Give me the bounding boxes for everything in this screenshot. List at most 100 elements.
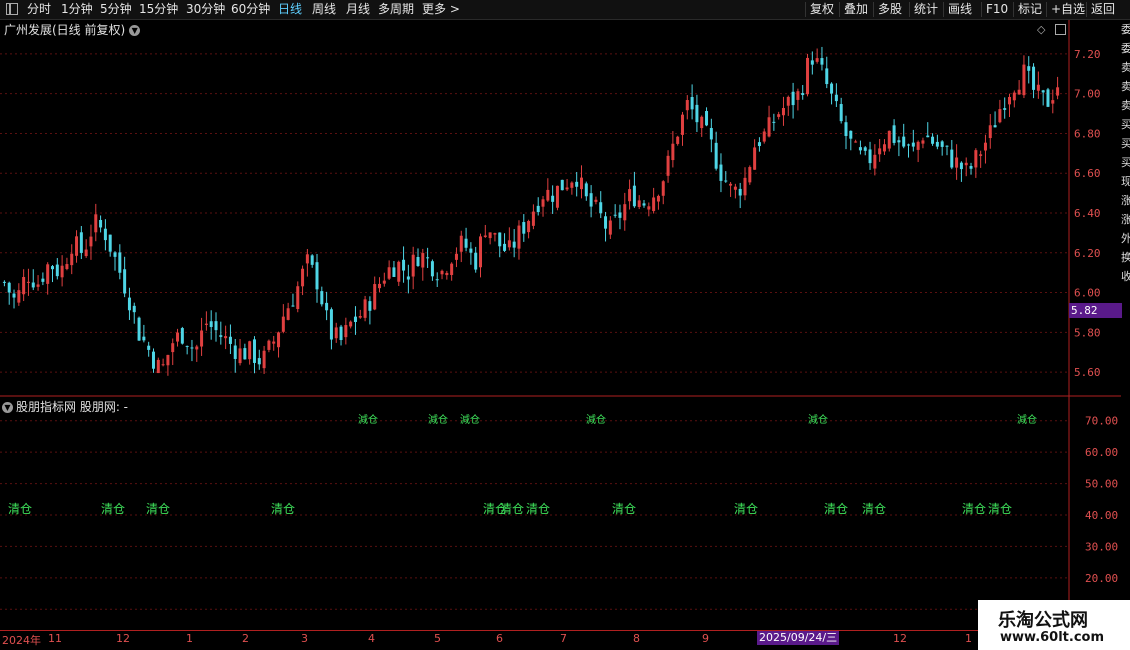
date-axis-label: 3 bbox=[301, 632, 308, 645]
candle-body bbox=[301, 268, 305, 287]
candle-body bbox=[190, 347, 194, 349]
candle-body bbox=[887, 130, 891, 149]
candle-body bbox=[1036, 84, 1040, 91]
signal-clear-position: 清仓 bbox=[8, 502, 33, 516]
date-axis-label: 12 bbox=[116, 632, 130, 645]
candle-body bbox=[378, 283, 382, 289]
candle-body bbox=[166, 354, 170, 366]
candle-body bbox=[1008, 96, 1012, 105]
candle-body bbox=[286, 308, 290, 320]
chart-canvas: 5.605.806.006.206.406.606.807.007.2010.0… bbox=[0, 20, 1121, 630]
candle-body bbox=[55, 264, 59, 277]
candle-body bbox=[296, 286, 300, 309]
candle-body bbox=[503, 243, 507, 251]
candle-body bbox=[969, 166, 973, 169]
candle-body bbox=[719, 164, 723, 181]
candle-body bbox=[801, 93, 805, 96]
candle-body bbox=[180, 328, 184, 344]
candle-body bbox=[560, 179, 564, 191]
candle-body bbox=[1046, 89, 1050, 107]
candle-body bbox=[488, 232, 492, 239]
candle-body bbox=[325, 302, 329, 311]
candle-body bbox=[397, 261, 401, 282]
candle-body bbox=[945, 145, 949, 147]
candle-body bbox=[127, 297, 131, 311]
candle-body bbox=[882, 144, 886, 152]
candle-body bbox=[599, 202, 603, 214]
candle-body bbox=[113, 252, 117, 257]
candle-body bbox=[75, 236, 79, 256]
candle-body bbox=[103, 228, 107, 241]
date-axis-label: 8 bbox=[633, 632, 640, 645]
date-axis-label: 2024年 bbox=[2, 634, 41, 647]
candle-body bbox=[527, 220, 531, 233]
date-axis-label: 11 bbox=[48, 632, 62, 645]
candle-body bbox=[637, 200, 641, 207]
signal-reduce-position: 減仓 bbox=[808, 415, 828, 426]
candle-body bbox=[329, 309, 333, 340]
candle-body bbox=[46, 264, 50, 284]
candle-body bbox=[647, 206, 651, 210]
candle-body bbox=[656, 195, 660, 202]
candle-body bbox=[700, 116, 704, 129]
candle-body bbox=[1022, 64, 1026, 96]
candle-body bbox=[666, 155, 670, 176]
signal-reduce-position: 減仓 bbox=[358, 415, 378, 426]
candle-body bbox=[575, 181, 579, 187]
candle-body bbox=[315, 262, 319, 290]
candle-body bbox=[950, 149, 954, 168]
candle-body bbox=[570, 182, 574, 188]
candle-body bbox=[796, 91, 800, 100]
signal-clear-position: 清仓 bbox=[101, 502, 126, 516]
candle-body bbox=[1027, 66, 1031, 71]
candle-body bbox=[464, 238, 468, 248]
candle-body bbox=[17, 290, 21, 303]
candle-body bbox=[94, 214, 98, 233]
candle-body bbox=[200, 330, 204, 347]
candle-body bbox=[579, 177, 583, 190]
candle-body bbox=[608, 220, 612, 235]
candle-body bbox=[714, 142, 718, 169]
candle-body bbox=[921, 140, 925, 144]
candle-body bbox=[1032, 66, 1036, 90]
candle-body bbox=[209, 321, 213, 327]
price-tick-label: 6.60 bbox=[1074, 167, 1101, 180]
candle-body bbox=[363, 299, 367, 318]
candle-body bbox=[60, 265, 64, 278]
candle-body bbox=[979, 154, 983, 156]
candle-body bbox=[108, 234, 112, 252]
candle-body bbox=[724, 180, 728, 182]
candle-body bbox=[594, 199, 598, 202]
candle-body bbox=[291, 305, 295, 307]
candle-body bbox=[238, 348, 242, 364]
candle-body bbox=[907, 144, 911, 146]
candle-body bbox=[753, 147, 757, 170]
candle-body bbox=[868, 149, 872, 164]
candle-body bbox=[252, 339, 256, 363]
price-tick-label: 6.80 bbox=[1074, 127, 1101, 140]
candle-body bbox=[339, 326, 343, 341]
candle-body bbox=[22, 277, 26, 295]
sub-chart-title[interactable]: ▼ 股朋指标网 股朋网: - bbox=[2, 398, 128, 415]
watermark-url: www.60lt.com bbox=[1000, 630, 1105, 645]
candle-body bbox=[1041, 90, 1045, 93]
candle-body bbox=[310, 255, 314, 265]
candle-body bbox=[224, 336, 228, 339]
candle-body bbox=[680, 114, 684, 135]
signal-reduce-position: 減仓 bbox=[1017, 415, 1037, 426]
candle-body bbox=[536, 205, 540, 213]
candle-body bbox=[387, 267, 391, 279]
candle-body bbox=[474, 252, 478, 270]
date-axis-label: 1 bbox=[965, 632, 972, 645]
candle-body bbox=[531, 211, 535, 226]
candle-body bbox=[70, 253, 74, 266]
candle-body bbox=[993, 125, 997, 128]
candle-body bbox=[546, 189, 550, 201]
date-axis-label: 12 bbox=[893, 632, 907, 645]
chevron-down-icon[interactable]: ▼ bbox=[2, 402, 13, 413]
candle-body bbox=[176, 332, 180, 342]
candle-body bbox=[781, 108, 785, 116]
indicator-tick-label: 30.00 bbox=[1085, 540, 1118, 553]
candle-body bbox=[334, 327, 338, 339]
candle-body bbox=[171, 343, 175, 353]
